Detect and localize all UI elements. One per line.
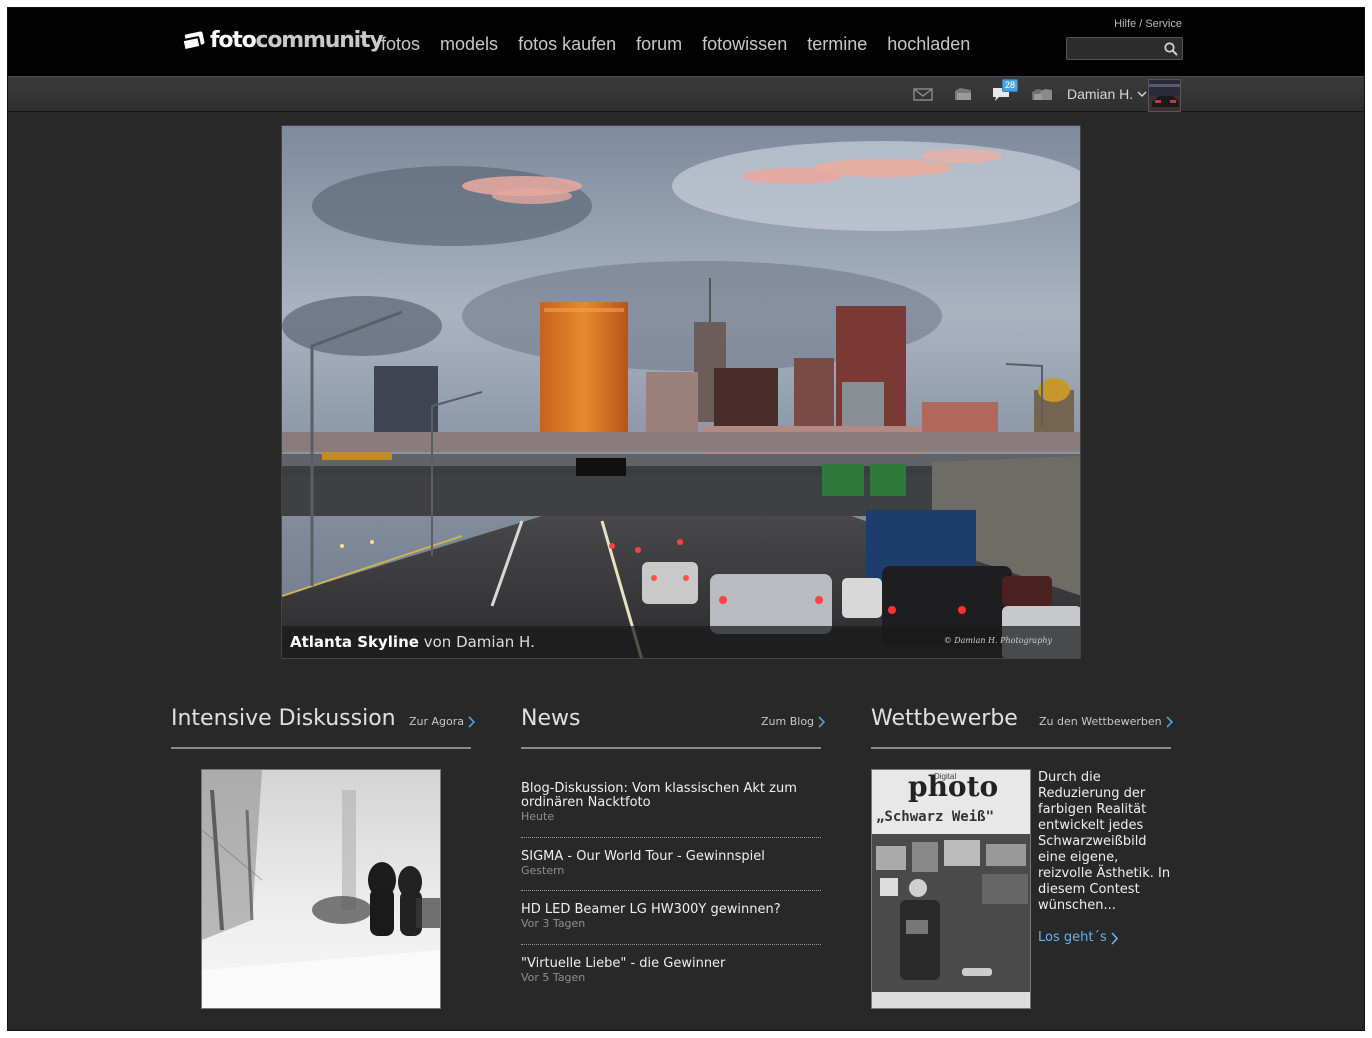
logo-text: fotocommunity [210,28,384,53]
search-box [1066,37,1183,60]
blog-link[interactable]: Zum Blog [761,715,826,729]
contest-cover-image[interactable]: Digital photo „Schwarz Weiß" [871,769,1031,1009]
contests-title: Wettbewerbe [871,706,1018,731]
nav-hochladen[interactable]: hochladen [887,32,970,56]
contest-description: Durch die Reduzierung der farbigen Reali… [1038,770,1171,913]
featured-photo[interactable]: Atlanta Skyline von Damian H. © Damian H… [281,125,1081,659]
photo-credit: © Damian H. Photography [943,636,1052,645]
discussion-section: Intensive Diskussion Zur Agora [171,701,476,1009]
contests-section: Wettbewerbe Zu den Wettbewerben Digital … [871,701,1173,1009]
magazine-subtitle: „Schwarz Weiß" [876,809,995,825]
nav-forum[interactable]: forum [636,32,682,56]
chevron-down-icon [1137,91,1147,97]
agora-link[interactable]: Zur Agora [409,715,476,729]
main-nav: fotos models fotos kaufen forum fotowiss… [381,32,990,56]
magazine-title: photo [908,770,999,803]
folders-icon[interactable] [1031,85,1053,103]
atlanta-skyline-image [282,126,1080,658]
news-divider [521,944,821,945]
news-item-date: Gestern [521,864,565,877]
help-service-link[interactable]: Hilfe / Service [1114,18,1182,30]
news-header: News Zum Blog [521,701,826,749]
news-item-title[interactable]: HD LED Beamer LG HW300Y gewinnen? [521,903,821,917]
snow-scene-image [202,770,440,1008]
discussion-photo[interactable] [201,769,441,1009]
search-input[interactable] [1067,38,1159,59]
folder-icon[interactable] [952,85,974,103]
agora-link-label: Zur Agora [409,715,465,728]
news-item-date: Vor 5 Tagen [521,971,586,984]
contests-header: Wettbewerbe Zu den Wettbewerben [871,701,1173,749]
news-item[interactable]: "Virtuelle Liebe" - die Gewinner Vor 5 T… [521,957,821,985]
fotocommunity-logo[interactable]: fotocommunity [181,26,384,56]
news-item-date: Vor 3 Tagen [521,917,586,930]
photo-author[interactable]: Damian H. [456,633,535,651]
chevron-right-icon [1111,931,1118,945]
news-item-title[interactable]: Blog-Diskussion: Vom klassischen Akt zum… [521,782,821,810]
discussion-header: Intensive Diskussion Zur Agora [171,701,476,749]
nav-models[interactable]: models [440,32,498,56]
contest-cta-link[interactable]: Los geht´s [1038,930,1118,946]
chevron-right-icon [1166,716,1173,728]
blog-link-label: Zum Blog [761,715,815,728]
avatar[interactable] [1148,79,1181,112]
news-section: News Zum Blog Blog-Diskussion: Vom klass… [521,701,826,984]
mail-icon[interactable] [912,85,934,103]
user-menu[interactable]: Damian H. [1067,85,1147,103]
news-divider [521,837,821,838]
contests-link[interactable]: Zu den Wettbewerben [1039,715,1173,729]
news-item-date: Heute [521,810,555,823]
news-divider [521,890,821,891]
nav-fotos-kaufen[interactable]: fotos kaufen [518,32,616,56]
username: Damian H. [1067,86,1134,102]
news-item[interactable]: SIGMA - Our World Tour - Gewinnspiel Ges… [521,850,821,878]
photo-title[interactable]: Atlanta Skyline [290,633,419,651]
logo-photos-icon [181,31,208,52]
news-title: News [521,706,581,731]
news-item[interactable]: Blog-Diskussion: Vom klassischen Akt zum… [521,782,821,824]
news-item[interactable]: HD LED Beamer LG HW300Y gewinnen? Vor 3 … [521,903,821,931]
search-icon[interactable] [1163,41,1179,57]
nav-fotowissen[interactable]: fotowissen [702,32,787,56]
photo-by-label: von [423,633,452,651]
news-item-title[interactable]: "Virtuelle Liebe" - die Gewinner [521,957,821,971]
news-item-title[interactable]: SIGMA - Our World Tour - Gewinnspiel [521,850,821,864]
nav-fotos[interactable]: fotos [381,32,420,56]
page-frame: fotocommunity fotos models fotos kaufen … [7,7,1365,1031]
magazine-cover [872,770,1030,1008]
comments-count-badge: 28 [1002,79,1019,92]
user-toolbar: 28 Damian H. [8,76,1364,112]
contest-cta-label: Los geht´s [1038,930,1107,945]
chevron-right-icon [818,716,826,728]
discussion-title: Intensive Diskussion [171,706,396,731]
contests-link-label: Zu den Wettbewerben [1039,715,1162,728]
chevron-right-icon [468,716,476,728]
top-navigation-bar: fotocommunity fotos models fotos kaufen … [8,8,1364,76]
nav-termine[interactable]: termine [807,32,867,56]
